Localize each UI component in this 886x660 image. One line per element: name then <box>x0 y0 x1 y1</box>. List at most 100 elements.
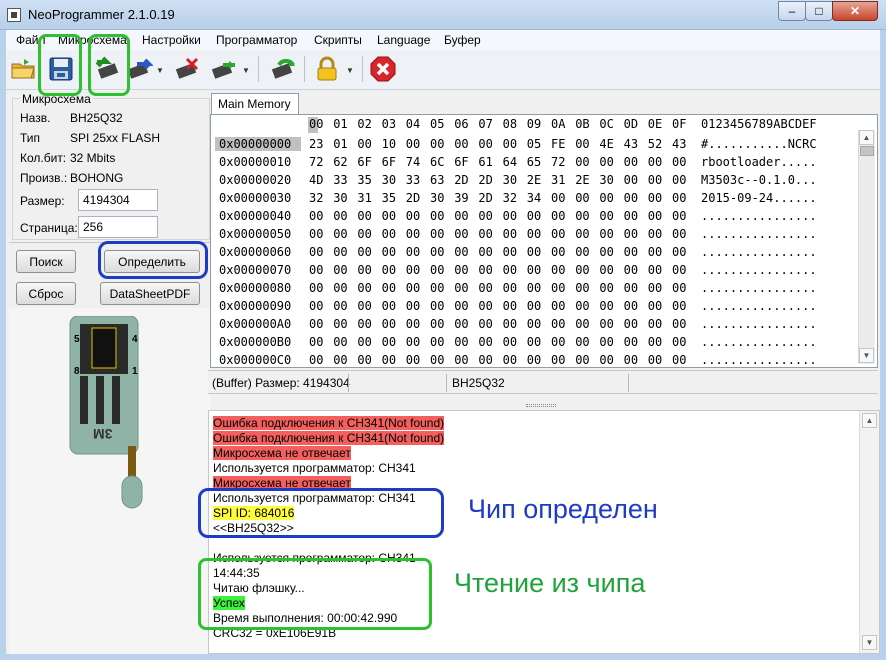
hex-byte[interactable]: 00 <box>648 281 662 295</box>
hex-byte[interactable]: 30 <box>382 173 396 187</box>
hex-byte[interactable]: 00 <box>575 299 589 313</box>
hex-byte[interactable]: 00 <box>551 317 565 331</box>
hex-row[interactable]: 0x00000000 23 01 00 10 00 00 00 00 00 05 FE 00 4E 43 52… <box>211 137 851 155</box>
hex-byte[interactable]: 00 <box>672 317 686 331</box>
hex-byte[interactable]: 43 <box>672 137 686 151</box>
hex-byte[interactable]: 00 <box>454 227 468 241</box>
hex-byte[interactable]: 00 <box>454 281 468 295</box>
hex-byte[interactable]: 00 <box>454 299 468 313</box>
hex-byte[interactable]: 00 <box>430 227 444 241</box>
hex-byte[interactable]: 00 <box>503 281 517 295</box>
hex-byte[interactable]: 00 <box>478 281 492 295</box>
hex-byte[interactable]: 32 <box>503 191 517 205</box>
hex-byte[interactable]: 2D <box>478 191 492 205</box>
hex-row[interactable]: 0x00000020 4D 33 35 30 33 63 2D 2D 30 2E 31 2E 30 00 00… <box>211 173 851 191</box>
hex-byte[interactable]: 00 <box>599 155 613 169</box>
hex-byte[interactable]: 00 <box>624 263 638 277</box>
hex-byte[interactable]: 00 <box>551 281 565 295</box>
hex-byte[interactable]: 00 <box>672 353 686 367</box>
hex-byte[interactable]: 00 <box>454 335 468 349</box>
hex-byte[interactable]: 00 <box>575 245 589 259</box>
hex-byte[interactable]: 00 <box>430 209 444 223</box>
hex-byte[interactable]: 00 <box>430 335 444 349</box>
hex-byte[interactable]: 00 <box>648 191 662 205</box>
hex-byte[interactable]: 00 <box>382 317 396 331</box>
hex-byte[interactable]: 00 <box>672 263 686 277</box>
hex-byte[interactable]: 31 <box>551 173 565 187</box>
hex-byte[interactable]: 00 <box>309 317 323 331</box>
hex-byte[interactable]: 00 <box>333 281 347 295</box>
hex-byte[interactable]: 00 <box>575 317 589 331</box>
hex-byte[interactable]: 00 <box>382 245 396 259</box>
hex-byte[interactable]: 00 <box>527 335 541 349</box>
hex-byte[interactable]: 00 <box>430 137 444 151</box>
hex-byte[interactable]: 00 <box>406 137 420 151</box>
hex-byte[interactable]: 61 <box>478 155 492 169</box>
menu-language[interactable]: Language <box>377 33 430 47</box>
hex-byte[interactable]: 30 <box>599 173 613 187</box>
hex-byte[interactable]: 00 <box>527 353 541 367</box>
hex-byte[interactable]: 33 <box>333 173 347 187</box>
hex-byte[interactable]: 00 <box>672 209 686 223</box>
hex-byte[interactable]: 00 <box>357 353 371 367</box>
hex-byte[interactable]: 00 <box>599 209 613 223</box>
hex-byte[interactable]: 00 <box>551 245 565 259</box>
hex-byte[interactable]: 74 <box>406 155 420 169</box>
hex-byte[interactable]: 35 <box>357 173 371 187</box>
menu-settings[interactable]: Настройки <box>142 33 201 47</box>
hex-byte[interactable]: 00 <box>624 335 638 349</box>
hex-row[interactable]: 0x000000B0 00 00 00 00 00 00 00 00 00 00 00 00 00 00 00… <box>211 335 851 353</box>
hex-byte[interactable]: 00 <box>527 227 541 241</box>
hex-byte[interactable]: 00 <box>575 191 589 205</box>
hex-byte[interactable]: 00 <box>551 353 565 367</box>
hex-byte[interactable]: 30 <box>333 191 347 205</box>
hex-byte[interactable]: 00 <box>599 353 613 367</box>
hex-byte[interactable]: 43 <box>624 137 638 151</box>
hex-row[interactable]: 0x00000070 00 00 00 00 00 00 00 00 00 00 00 00 00 00 00… <box>211 263 851 281</box>
hex-byte[interactable]: 00 <box>478 209 492 223</box>
hex-byte[interactable]: 00 <box>624 245 638 259</box>
hex-byte[interactable]: 00 <box>333 335 347 349</box>
hex-byte[interactable]: 00 <box>406 245 420 259</box>
open-button[interactable] <box>8 54 38 84</box>
hex-byte[interactable]: 00 <box>527 209 541 223</box>
hex-byte[interactable]: 00 <box>503 245 517 259</box>
verify-chip-button[interactable] <box>208 54 238 84</box>
hex-byte[interactable]: 00 <box>333 209 347 223</box>
hex-byte[interactable]: 00 <box>478 353 492 367</box>
hex-byte[interactable]: 00 <box>478 317 492 331</box>
hex-byte[interactable]: 00 <box>454 137 468 151</box>
hex-byte[interactable]: 00 <box>503 263 517 277</box>
hex-byte[interactable]: 00 <box>357 245 371 259</box>
hex-byte[interactable]: 00 <box>648 263 662 277</box>
hex-byte[interactable]: 00 <box>648 155 662 169</box>
hex-byte[interactable]: 00 <box>430 299 444 313</box>
hex-byte[interactable]: 00 <box>551 335 565 349</box>
hex-byte[interactable]: 00 <box>478 137 492 151</box>
menu-programmer[interactable]: Программатор <box>216 33 297 47</box>
hex-row[interactable]: 0x00000050 00 00 00 00 00 00 00 00 00 00 00 00 00 00 00… <box>211 227 851 245</box>
hex-byte[interactable]: 00 <box>551 227 565 241</box>
hex-byte[interactable]: 72 <box>551 155 565 169</box>
hex-byte[interactable]: 00 <box>527 317 541 331</box>
reset-button[interactable]: Сброс <box>16 282 76 305</box>
hex-row[interactable]: 0x00000010 72 62 6F 6F 74 6C 6F 61 64 65 72 00 00 00 00… <box>211 155 851 173</box>
hex-byte[interactable]: 00 <box>333 245 347 259</box>
menu-buffer[interactable]: Буфер <box>444 33 481 47</box>
hex-byte[interactable]: 6C <box>430 155 444 169</box>
hex-byte[interactable]: 00 <box>478 245 492 259</box>
hex-byte[interactable]: 2D <box>406 191 420 205</box>
hex-byte[interactable]: 63 <box>430 173 444 187</box>
hex-byte[interactable]: 00 <box>624 281 638 295</box>
chip-page-field[interactable]: 256 <box>78 216 158 238</box>
hex-byte[interactable]: 00 <box>624 317 638 331</box>
hex-byte[interactable]: 00 <box>309 263 323 277</box>
lock-dropdown-arrow[interactable]: ▼ <box>346 66 355 75</box>
search-button[interactable]: Поиск <box>16 250 76 273</box>
hex-byte[interactable]: 00 <box>551 191 565 205</box>
hex-byte[interactable]: 00 <box>648 173 662 187</box>
hex-byte[interactable]: 00 <box>382 227 396 241</box>
hex-byte[interactable]: 01 <box>333 137 347 151</box>
hex-byte[interactable]: 00 <box>575 209 589 223</box>
hex-byte[interactable]: 2D <box>454 173 468 187</box>
